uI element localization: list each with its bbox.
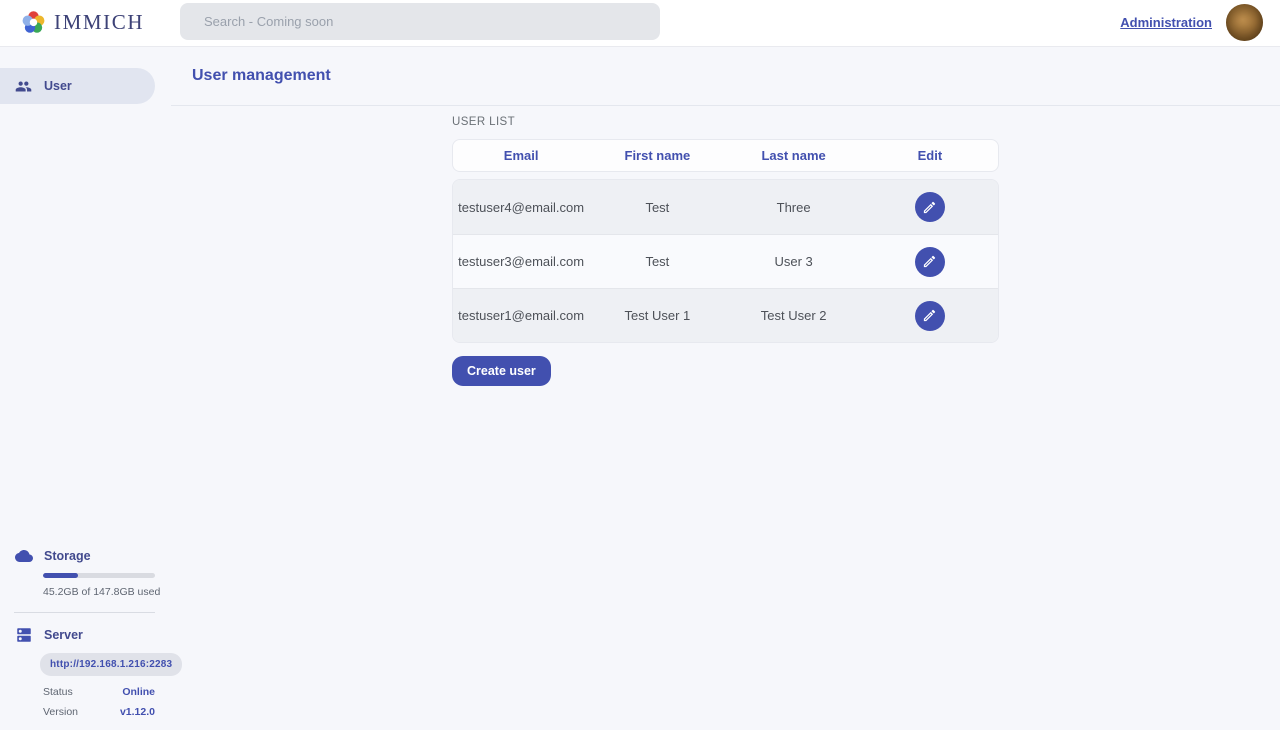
page-header: User management [171,47,1280,106]
administration-link[interactable]: Administration [1120,15,1212,30]
column-header-email: Email [453,148,589,163]
brand[interactable]: IMMICH [20,9,144,36]
user-table: Email First name Last name Edit testuser… [452,139,999,343]
column-header-first-name: First name [589,148,725,163]
cell-last-name: User 3 [726,254,862,269]
page-title: User management [192,67,331,85]
server-section-header: Server [0,626,171,644]
cell-first-name: Test [589,200,725,215]
top-bar: IMMICH Administration [0,0,1280,47]
cell-email: testuser3@email.com [453,254,589,269]
user-list-section-title: USER LIST [452,116,1280,128]
cell-first-name: Test [589,254,725,269]
cloud-icon [15,547,33,565]
table-row: testuser1@email.com Test User 1 Test Use… [453,288,998,342]
search-input[interactable] [180,3,660,40]
immich-flower-logo [20,9,47,36]
pencil-icon [922,254,937,269]
storage-label: Storage [44,549,91,563]
storage-usage-text: 45.2GB of 147.8GB used [43,586,171,598]
cell-email: testuser1@email.com [453,308,589,323]
table-header-row: Email First name Last name Edit [452,139,999,172]
server-icon [15,626,33,644]
main-panel: User management USER LIST Email First na… [171,47,1280,730]
sidebar-item-label: User [44,79,72,93]
status-label: Status [43,686,73,698]
server-url-chip: http://192.168.1.216:2283 [40,653,182,676]
edit-user-button[interactable] [915,247,945,277]
create-user-button[interactable]: Create user [452,356,551,386]
edit-user-button[interactable] [915,192,945,222]
version-label: Version [43,706,78,718]
cell-email: testuser4@email.com [453,200,589,215]
user-avatar[interactable] [1226,4,1263,41]
storage-section-header: Storage [0,547,171,565]
sidebar-divider [14,612,155,613]
version-value: v1.12.0 [120,706,155,718]
content-area: USER LIST Email First name Last name Edi… [171,106,1280,386]
cell-last-name: Test User 2 [726,308,862,323]
app-body: User Storage 45.2GB of 147.8GB used [0,47,1280,730]
storage-progress-bar [43,573,155,578]
column-header-last-name: Last name [726,148,862,163]
edit-user-button[interactable] [915,301,945,331]
cell-first-name: Test User 1 [589,308,725,323]
table-row: testuser3@email.com Test User 3 [453,234,998,288]
cell-last-name: Three [726,200,862,215]
server-version-row: Version v1.12.0 [43,706,155,718]
storage-progress-fill [43,573,78,578]
server-status-row: Status Online [43,686,155,698]
users-icon [15,78,32,95]
server-label: Server [44,628,83,642]
sidebar-bottom: Storage 45.2GB of 147.8GB used Server ht… [0,547,171,718]
status-value: Online [122,686,155,698]
column-header-edit: Edit [862,148,998,163]
pencil-icon [922,308,937,323]
table-row: testuser4@email.com Test Three [453,180,998,234]
pencil-icon [922,200,937,215]
sidebar-item-user[interactable]: User [0,68,155,104]
table-body: testuser4@email.com Test Three t [452,179,999,343]
sidebar: User Storage 45.2GB of 147.8GB used [0,47,171,730]
brand-name: IMMICH [54,10,144,35]
